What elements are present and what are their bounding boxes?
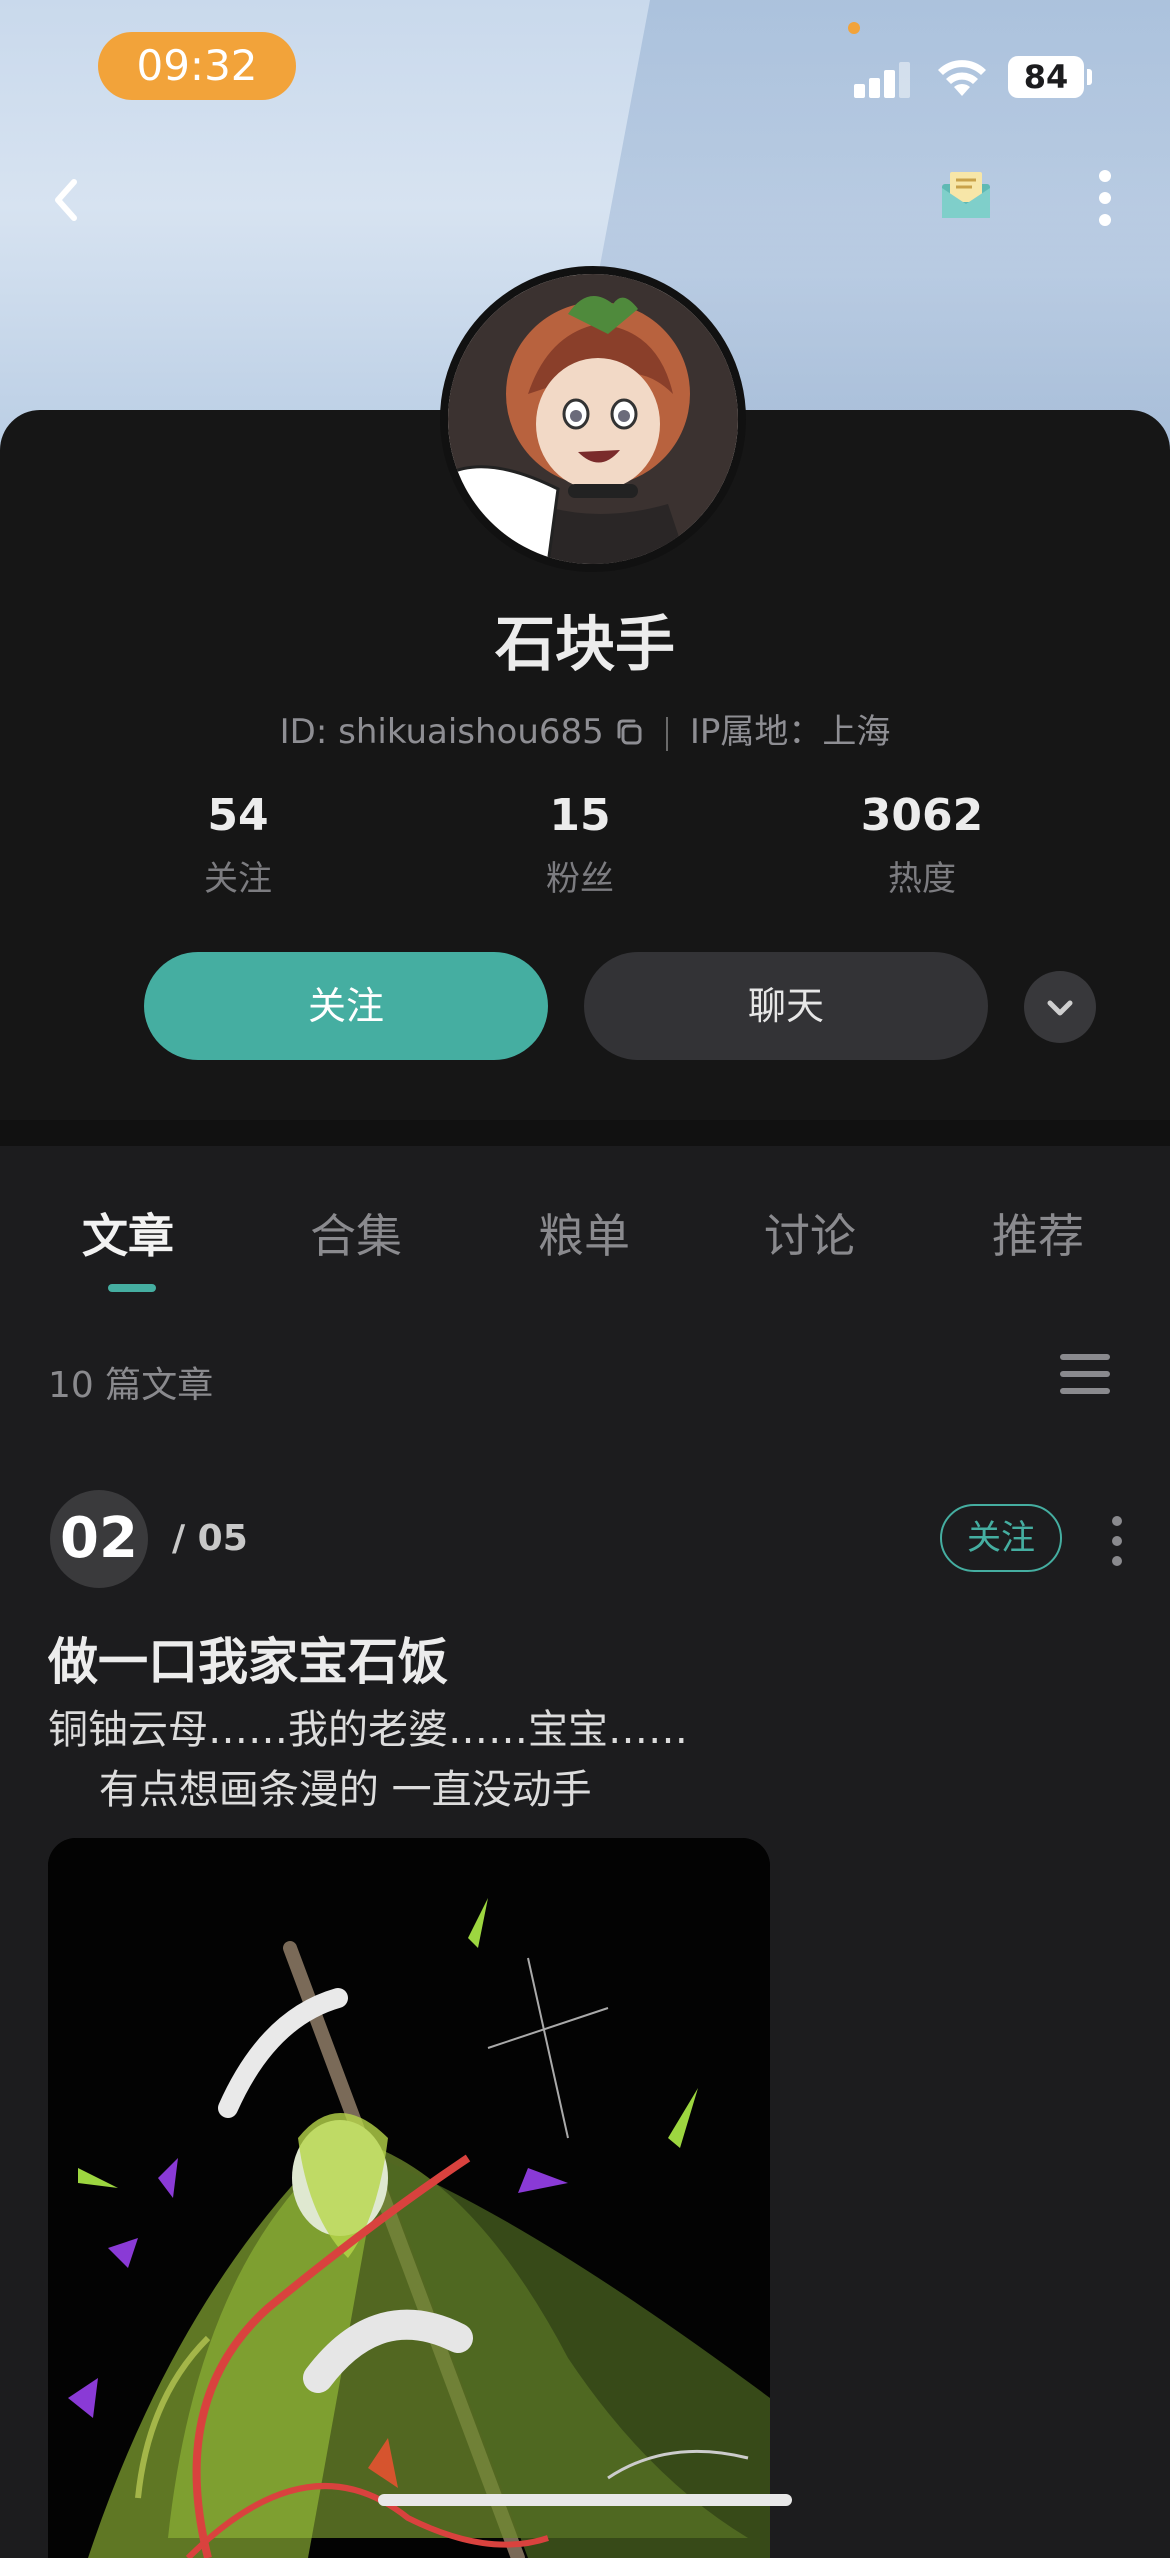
tab-food-list[interactable]: 粮单 [538,1200,630,1266]
article-count: 10 篇文章 [48,1365,214,1406]
stat-popularity-label: 热度 [888,859,956,899]
stat-popularity-value: 3062 [860,790,984,841]
stat-following-label: 关注 [204,859,272,899]
stat-followers-label: 粉丝 [546,859,614,899]
profile-name: 石块手 [495,610,675,680]
post-page-number: 02 [50,1490,148,1588]
cellular-signal-icon [854,60,912,98]
tab-articles[interactable]: 文章 [82,1200,174,1266]
profile-id-line: ID: shikuaishou685 IP属地：上海 [0,704,1170,753]
avatar[interactable] [440,266,746,572]
post-illustration [48,1838,770,2558]
section-divider [0,1120,1170,1146]
follow-button[interactable]: 关注 [144,952,548,1060]
privacy-indicator-dot [848,22,860,34]
post-follow-button[interactable]: 关注 [940,1504,1062,1572]
stat-following-value: 54 [207,790,269,841]
id-separator [665,716,668,751]
back-icon[interactable] [36,170,96,230]
battery-indicator: 84 [1008,56,1092,98]
tab-active-indicator [108,1284,156,1292]
list-icon[interactable] [1060,1354,1110,1398]
stat-followers[interactable]: 15 粉丝 [460,790,700,900]
chat-button[interactable]: 聊天 [584,952,988,1060]
status-time: 09:32 [98,32,296,100]
stat-popularity[interactable]: 3062 热度 [802,790,1042,900]
post-image[interactable] [48,1838,770,2558]
avatar-illustration [448,274,738,564]
post-title[interactable]: 做一口我家宝石饭 [48,1622,448,1694]
expand-button[interactable] [1024,971,1096,1043]
chevron-down-icon [1047,1000,1073,1016]
post-more-icon[interactable] [1102,1514,1132,1568]
post-body[interactable]: 铜铀云母……我的老婆……宝宝…… 有点想画条漫的 一直没动手 [48,1700,1108,1820]
profile-ip-location: IP属地：上海 [689,712,891,752]
tab-collections[interactable]: 合集 [310,1200,402,1266]
post-page-total: / 05 [172,1518,248,1559]
profile-id: ID: shikuaishou685 [279,712,604,752]
tab-recommended[interactable]: 推荐 [992,1200,1084,1266]
stat-followers-value: 15 [549,790,611,841]
wifi-icon [938,60,986,96]
tab-discussion[interactable]: 讨论 [764,1200,856,1266]
stat-following[interactable]: 54 关注 [118,790,358,900]
copy-icon[interactable] [614,717,644,747]
more-icon[interactable] [1080,166,1130,230]
home-indicator[interactable] [378,2494,792,2506]
mail-icon[interactable] [936,166,996,226]
